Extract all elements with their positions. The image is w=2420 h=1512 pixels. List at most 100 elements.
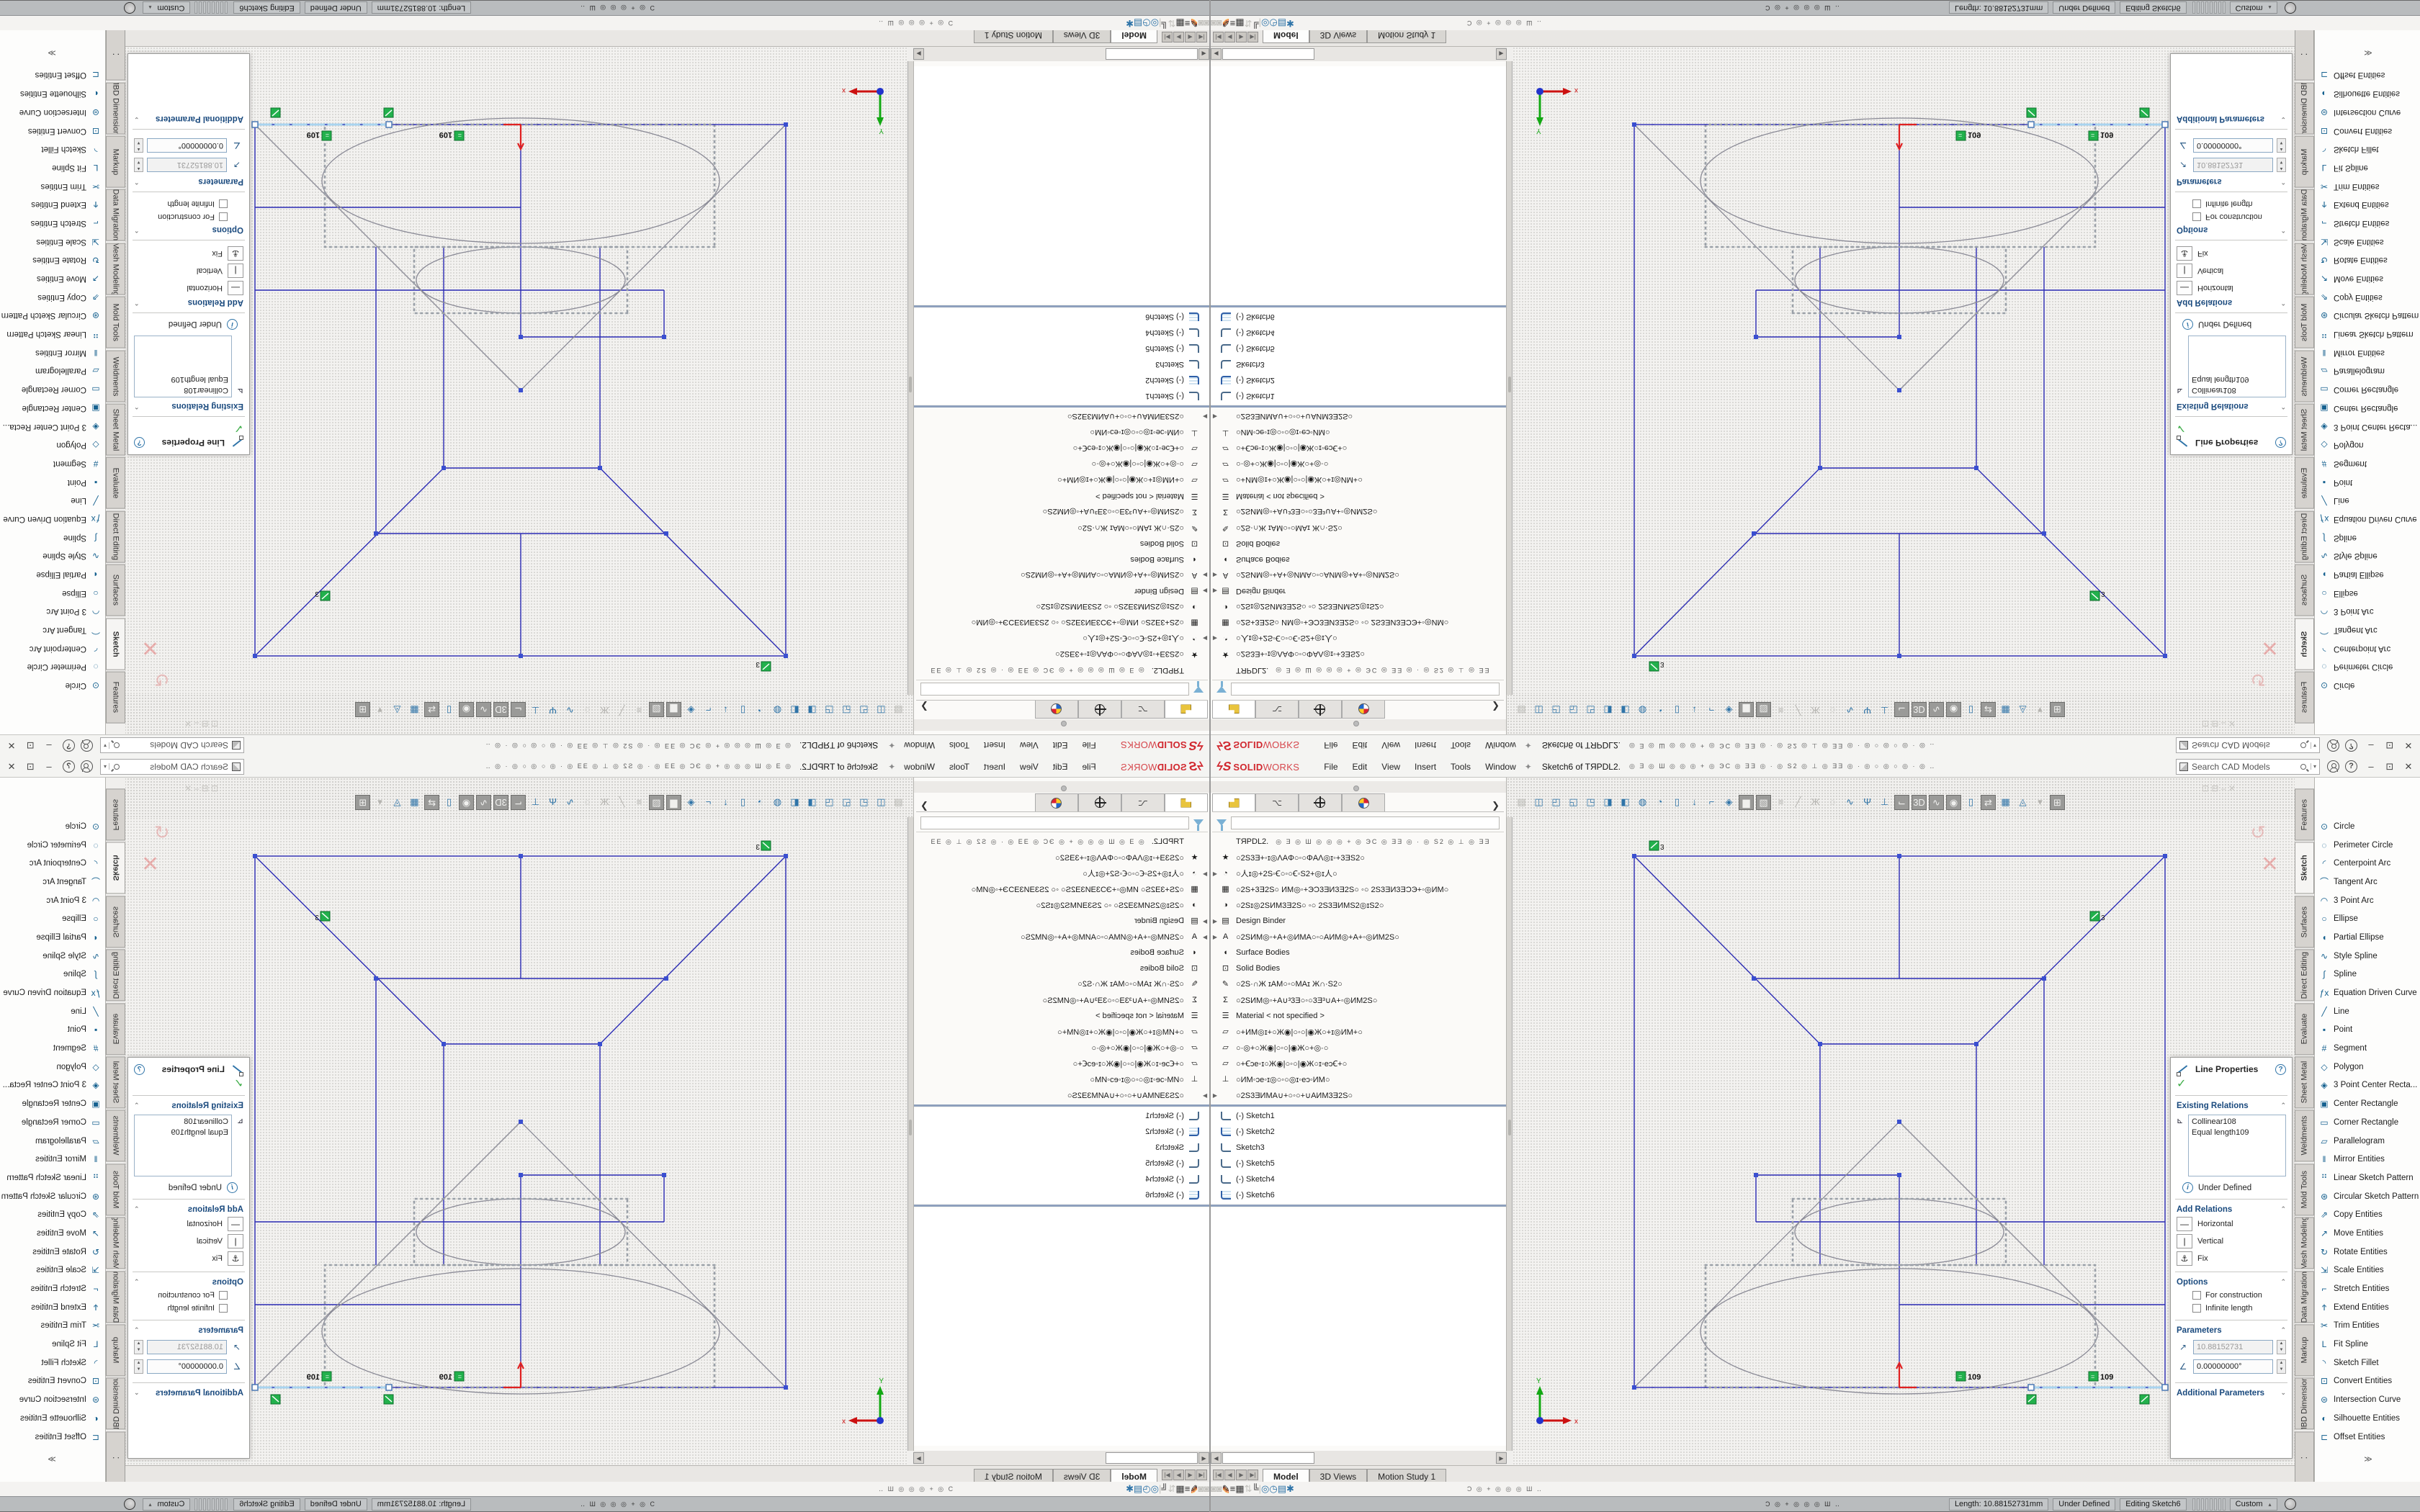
cancel-sketch-icon[interactable]: ✕ bbox=[141, 635, 159, 660]
toolbar-icon[interactable]: 3D bbox=[1912, 795, 1927, 810]
toolbar-icon[interactable]: ∿ bbox=[1842, 702, 1857, 717]
sketch-tool-item[interactable]: ƒx Equation Driven Curve bbox=[0, 510, 105, 528]
commandmanager-tab[interactable]: Direct Editing bbox=[2295, 510, 2314, 562]
commandmanager-tab[interactable]: Evaluate bbox=[2295, 457, 2314, 509]
tree-row[interactable]: ◖ Surface Bodies bbox=[1211, 945, 1506, 960]
expand-arrow-icon[interactable]: ▶ bbox=[1211, 934, 1219, 940]
option-checkbox-row[interactable]: Infinite length bbox=[134, 1304, 228, 1313]
toolbar-icon[interactable]: ⊥ bbox=[528, 702, 543, 717]
tree-row[interactable]: ▶ A ○2ЅИМ◎◦+А+◎ИМА○◦○АИМ◎+А+◦◎ИМ2Ѕ○ bbox=[1211, 567, 1506, 583]
tree-row[interactable]: Σ ○2ЅИМ◎◦+А∪³3Ǝ○◦○3Ǝ³∪А+◦◎ИМ2Ѕ○ bbox=[1211, 992, 1506, 1008]
user-account-icon[interactable] bbox=[2327, 760, 2339, 773]
checkbox[interactable] bbox=[219, 1304, 228, 1313]
display-tool-icon[interactable]: ▤ bbox=[1134, 1483, 1142, 1494]
toolbar-icon[interactable]: ╱ bbox=[1791, 795, 1806, 810]
display-tool-icon[interactable]: ◙ bbox=[1216, 1483, 1222, 1494]
expand-arrow-icon[interactable]: ▶ bbox=[1201, 934, 1209, 940]
tree-row[interactable]: ▶ A ○2ЅИМ◎◦+А+◎ИМА○◦○АИМ◎+А+◦◎ИМ2Ѕ○ bbox=[1211, 929, 1506, 945]
toolbar-icon[interactable]: ⌙ bbox=[511, 795, 526, 810]
tree-row[interactable]: ▶ ▤ Design Binder bbox=[914, 913, 1209, 929]
display-tool-icon[interactable]: ╚ bbox=[1252, 18, 1258, 29]
toolbar-icon[interactable]: ▧ bbox=[1756, 702, 1771, 717]
collapse-icon[interactable]: ⌃ bbox=[134, 1102, 140, 1110]
tree-row[interactable]: TЯPDL2. ◎ Ǝ ◎ Ш ◎ ◎ ◎ + ◎ ЭС ◎ ƎƎ ◎ · ◎ … bbox=[914, 834, 1209, 850]
scroll-left-button[interactable]: ◀ bbox=[1198, 1452, 1209, 1464]
commandmanager-tab[interactable]: Surfaces bbox=[2295, 896, 2314, 948]
rollback-bar[interactable] bbox=[1211, 405, 1506, 408]
menubar-icon-strip[interactable]: ◎ Ǝ ◎ Ш ◎ ◎ ◎ + ◎ ЭС ◎ ƎƎ ◎ · ◎ Ѕ2 ◎ ⊥ ◎… bbox=[1629, 742, 2033, 750]
tab-nav-button[interactable]: |◀ bbox=[1196, 1470, 1207, 1480]
more-tools-icon[interactable]: ≫ bbox=[2315, 1454, 2420, 1464]
ok-check-icon[interactable]: ✓ bbox=[2171, 1076, 2292, 1094]
sketch-tool-item[interactable]: ⌐ Stretch Entities bbox=[0, 1279, 105, 1298]
sketch-tool-item[interactable]: ⊜ Intersection Curve bbox=[2315, 103, 2420, 122]
toolbar-icon[interactable]: ◈ bbox=[1721, 795, 1736, 810]
sketch-tool-item[interactable]: ∿ Style Spline bbox=[2315, 547, 2420, 566]
sketch-tool-item[interactable]: ◈ 3 Point Center Recta... bbox=[0, 1076, 105, 1095]
commandmanager-tab[interactable]: Evaluate bbox=[106, 457, 125, 509]
options-header[interactable]: Options⌃ bbox=[2177, 1278, 2286, 1287]
sketch-tool-item[interactable]: ƒx Equation Driven Curve bbox=[2315, 510, 2420, 528]
sketch-tool-item[interactable]: Ϯ Extend Entities bbox=[0, 195, 105, 214]
rollback-bar-end[interactable] bbox=[914, 305, 1209, 307]
sketch-tool-item[interactable]: ○ Ellipse bbox=[2315, 584, 2420, 603]
sketch-tool-item[interactable]: Ϯ Extend Entities bbox=[2315, 1298, 2420, 1317]
tree-horizontal-scrollbar[interactable]: ◀ ▶ bbox=[913, 1451, 1209, 1465]
toolbar-icon[interactable]: ∿ bbox=[476, 702, 491, 717]
add-relation-button[interactable]: — Horizontal bbox=[2177, 281, 2286, 295]
resources-globe-icon[interactable] bbox=[2285, 2, 2296, 14]
existing-relations-header[interactable]: Existing Relations⌃ bbox=[2177, 1102, 2286, 1110]
expand-arrow-icon[interactable]: ▶ bbox=[1211, 870, 1219, 877]
expand-arrow-icon[interactable]: ▶ bbox=[1201, 588, 1209, 595]
toolbar-icon[interactable]: Ж bbox=[1808, 702, 1823, 717]
display-tool-icon[interactable]: ▤ bbox=[1134, 18, 1142, 29]
display-tool-icon[interactable]: ◷ bbox=[1269, 18, 1277, 29]
toolbar-icon[interactable]: ▯ bbox=[1963, 795, 1978, 810]
commandmanager-tab[interactable]: ⁚ bbox=[2295, 29, 2314, 81]
tree-row[interactable]: ⊥ ○ИМ◦ɔe◦ɪ◎○◦○◎ɪ◦eɔ◦ИМ○ bbox=[1211, 425, 1506, 441]
relations-listbox[interactable]: Collinear108Equal length109 bbox=[2188, 1115, 2286, 1176]
tree-row[interactable]: ▱ ○·◎+○Ж◉|○◦○|◉Ж○+◎·○ bbox=[914, 1040, 1209, 1056]
tree-row[interactable]: ▱ ○+Ꞓɔe◦ɪ○Ж◉|○◦○|◉Ж○ɪ◦eɔꞒ+○ bbox=[914, 1056, 1209, 1071]
sketch-tool-item[interactable]: ✂ Trim Entities bbox=[2315, 1317, 2420, 1336]
tree-row[interactable]: ★ ○2Ѕ3Ǝ+◦ɪ◎ΛАΦ○◦○ΦАΛ◎ɪ◦+3ƎЅ2○ bbox=[914, 850, 1209, 865]
sketch-tool-item[interactable]: ▣ Center Rectangle bbox=[2315, 399, 2420, 418]
toolbar-icon[interactable]: ╱ bbox=[1791, 702, 1806, 717]
restore-button[interactable]: ⊡ bbox=[2380, 740, 2399, 752]
sketch-tree-row[interactable]: (-) Sketch4 bbox=[914, 1171, 1209, 1187]
toolbar-icon[interactable]: ◬ bbox=[2015, 702, 2030, 717]
sketch-tool-item[interactable]: ⇲ Scale Entities bbox=[2315, 1261, 2420, 1280]
more-tools-icon[interactable]: ≫ bbox=[0, 48, 105, 58]
parameters-header[interactable]: Parameters⌃ bbox=[2177, 177, 2286, 186]
sketch-tool-item[interactable]: ⊙ Circle bbox=[0, 676, 105, 695]
sketch-tool-item[interactable]: ◝ Sketch Fillet bbox=[2315, 1354, 2420, 1372]
sketch-tool-item[interactable]: ◈ 3 Point Center Recta... bbox=[2315, 418, 2420, 436]
sketch-tool-item[interactable]: ◇ Polygon bbox=[0, 1058, 105, 1076]
tree-row[interactable]: ▦ ○2Ѕ+3Ǝ2Ѕ○ ИМ◎◦+ЭƆ3ƎИ3Ǝ2Ѕ○ ◦○ 2Ѕ3ƎИ3ƎƆЭ… bbox=[1211, 615, 1506, 631]
rollback-bar[interactable] bbox=[1211, 1104, 1506, 1107]
toolbar-icon[interactable]: ◳ bbox=[822, 702, 837, 717]
sketch-tool-item[interactable]: ↗ Move Entities bbox=[2315, 269, 2420, 288]
display-tool-icon[interactable]: | bbox=[1159, 18, 1161, 29]
checkbox[interactable] bbox=[219, 1291, 228, 1300]
collapse-icon[interactable]: ⌃ bbox=[2280, 1102, 2286, 1110]
tree-row[interactable]: ☰ Material < not specified > bbox=[1211, 1008, 1506, 1024]
display-tool-icon[interactable]: ◷ bbox=[1142, 1483, 1150, 1494]
sketch-tool-item[interactable]: ◇ Polygon bbox=[0, 436, 105, 454]
restore-button[interactable]: ⊡ bbox=[21, 761, 40, 773]
sketch-tool-item[interactable]: ↻ Rotate Entities bbox=[0, 1243, 105, 1261]
rollback-bar-end[interactable] bbox=[1211, 1205, 1506, 1207]
scroll-right-button[interactable]: ▶ bbox=[913, 1452, 924, 1464]
display-tool-icon[interactable]: ⇅ bbox=[1168, 1483, 1176, 1494]
sketch-tool-item[interactable]: ⊡ Convert Entities bbox=[2315, 122, 2420, 140]
tree-row[interactable]: ▶ ◔ ○人ɪ◎+2Ѕ◦Ꞓ○◦○Ꞓ◦Ѕ2+◎ɪ人○ bbox=[914, 865, 1209, 881]
scroll-thumb[interactable] bbox=[1106, 1452, 1198, 1464]
tree-row[interactable]: ✎ ○2Ѕ·∩Ж ɪАМ○◦○МАɪ Ж∩·Ѕ2○ bbox=[914, 520, 1209, 536]
sketch-tool-item[interactable]: ◖ Partial Ellipse bbox=[2315, 565, 2420, 584]
sketch-tool-item[interactable]: ⌒ Tangent Arc bbox=[0, 621, 105, 639]
sketch-tool-item[interactable]: ∫ Spline bbox=[2315, 528, 2420, 547]
units-dropdown[interactable]: Custom▴ bbox=[143, 2, 190, 14]
toolbar-icon[interactable]: Ж bbox=[1808, 795, 1823, 810]
sketch-tool-item[interactable]: ◜ Centerpoint Arc bbox=[2315, 854, 2420, 873]
close-button[interactable]: ✕ bbox=[2399, 740, 2418, 752]
